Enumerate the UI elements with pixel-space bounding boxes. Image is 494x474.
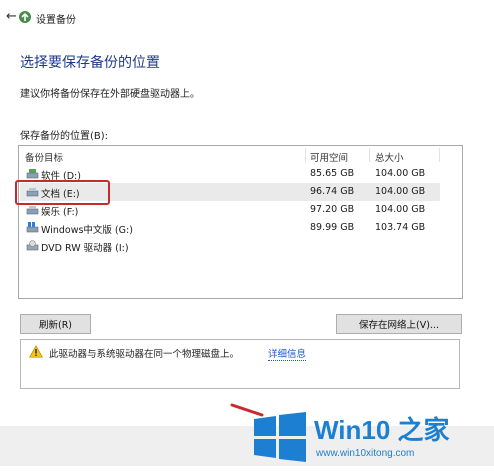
windows-logo-icon [254, 412, 306, 462]
list-item[interactable]: Windows中文版 (G:) 89.99 GB 103.74 GB [20, 219, 440, 237]
recommendation-text: 建议你将备份保存在外部硬盘驱动器上。 [20, 89, 200, 100]
total-size: 103.74 GB [375, 222, 426, 233]
column-header-available[interactable]: 可用空间 [310, 150, 348, 164]
selection-highlight-annotation [15, 180, 110, 205]
available-space: 97.20 GB [310, 204, 355, 215]
dvd-drive-icon [26, 240, 39, 251]
drive-icon [26, 169, 39, 179]
list-item[interactable]: DVD RW 驱动器 (I:) [20, 237, 440, 255]
available-space: 85.65 GB [310, 168, 355, 179]
total-size: 104.00 GB [375, 186, 426, 197]
drive-name: DVD RW 驱动器 (I:) [41, 243, 129, 254]
total-size: 104.00 GB [375, 204, 426, 215]
available-space: 96.74 GB [310, 186, 355, 197]
page-heading: 选择要保存备份的位置 [20, 55, 160, 71]
backup-location-list[interactable]: 备份目标 可用空间 总大小 软件 (D:) 85.65 GB 104.00 GB… [18, 145, 463, 299]
back-arrow-icon[interactable]: ← [6, 9, 17, 24]
watermark-brand: Win10 之家 [314, 415, 450, 445]
window-title: 设置备份 [36, 15, 76, 26]
drive-icon [26, 206, 39, 215]
backup-settings-icon [19, 11, 31, 23]
save-on-network-button[interactable]: 保存在网络上(V)... [336, 314, 462, 334]
warning-panel: 此驱动器与系统驱动器在同一个物理磁盘上。 详细信息 [20, 339, 460, 389]
details-link[interactable]: 详细信息 [268, 346, 307, 361]
list-header: 备份目标 可用空间 总大小 [19, 146, 462, 164]
location-list-label: 保存备份的位置(B): [20, 131, 109, 142]
column-divider[interactable] [369, 148, 370, 162]
watermark-url: www.win10xitong.com [316, 448, 415, 459]
warning-message: 此驱动器与系统驱动器在同一个物理磁盘上。 [49, 349, 240, 360]
column-header-total[interactable]: 总大小 [375, 150, 404, 164]
warning-icon [29, 345, 43, 358]
windows-drive-icon [26, 222, 39, 233]
column-header-target[interactable]: 备份目标 [25, 150, 63, 164]
column-divider[interactable] [439, 148, 440, 162]
refresh-button[interactable]: 刷新(R) [20, 314, 91, 334]
available-space: 89.99 GB [310, 222, 355, 233]
drive-name: Windows中文版 (G:) [41, 225, 133, 236]
title-bar: ← 设置备份 [0, 0, 494, 34]
drive-name: 娱乐 (F:) [41, 207, 79, 218]
total-size: 104.00 GB [375, 168, 426, 179]
watermark: Win10 之家 www.win10xitong.com [252, 406, 488, 468]
column-divider[interactable] [305, 148, 306, 162]
